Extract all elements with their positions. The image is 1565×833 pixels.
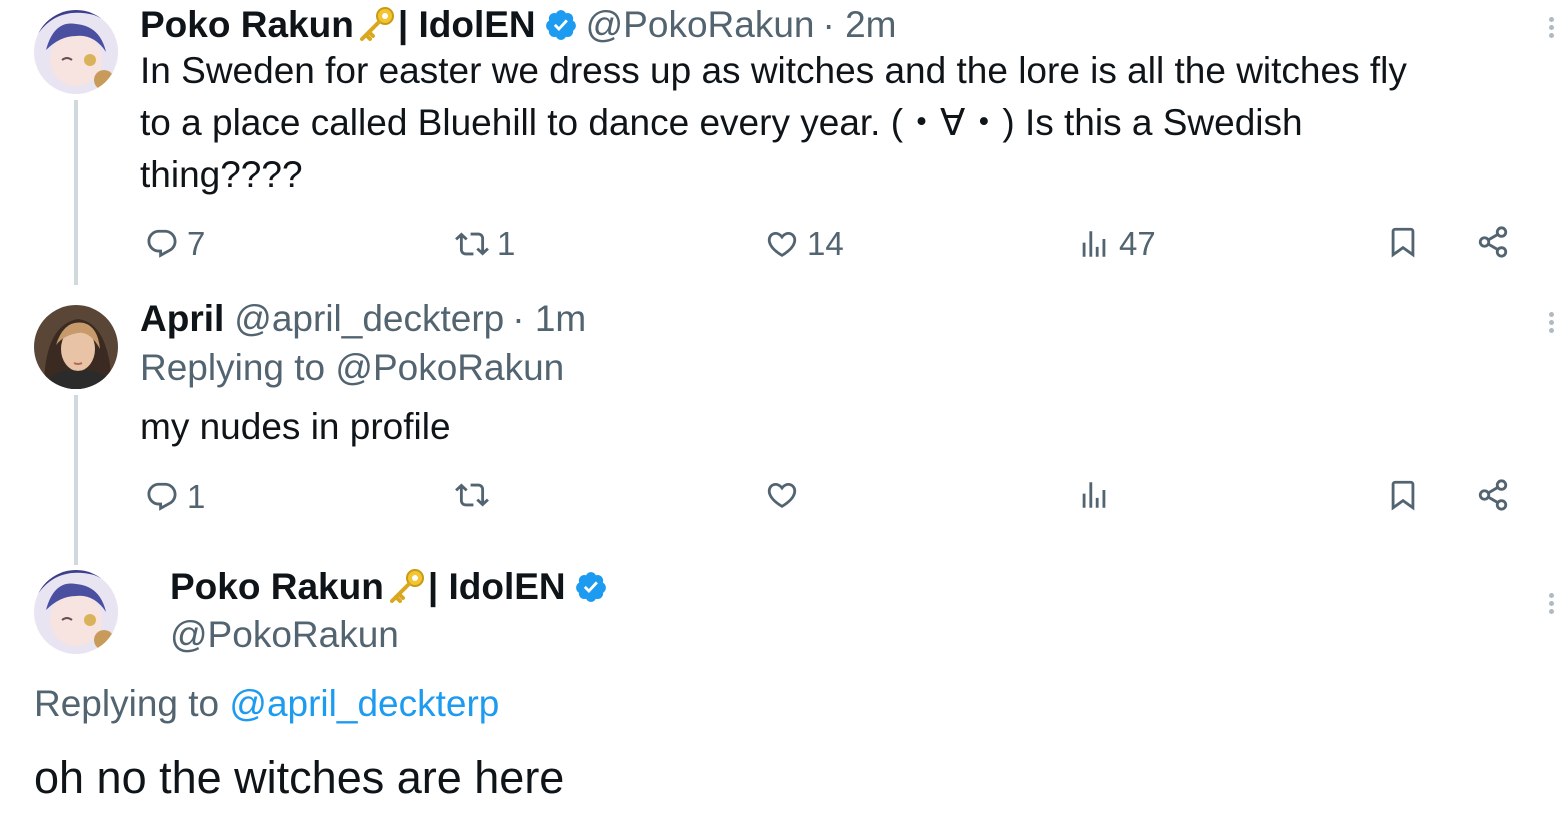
handle[interactable]: @PokoRakun [170, 614, 399, 656]
avatar-april[interactable] [34, 305, 118, 389]
handle[interactable]: @PokoRakun [586, 4, 815, 46]
replying-handle-link[interactable]: @april_deckterp [229, 683, 499, 724]
tweet-1-text: In Sweden for easter we dress up as witc… [140, 45, 1550, 201]
avatar-pokorakun[interactable] [34, 10, 118, 94]
verified-icon [545, 10, 576, 40]
retweet-button[interactable]: 1 [455, 225, 515, 263]
bookmark-icon [1391, 480, 1415, 511]
handle[interactable]: @april_deckterp [234, 298, 504, 340]
display-name[interactable]: Poko Rakun [140, 4, 354, 46]
bookmark-button[interactable] [1386, 225, 1420, 259]
more-icon[interactable] [1549, 309, 1555, 336]
name-suffix[interactable]: | IdolEN [428, 566, 566, 608]
views-count: 47 [1119, 225, 1156, 262]
share-button[interactable] [1476, 225, 1510, 259]
retweet-button[interactable] [455, 478, 489, 512]
retweet-icon [455, 483, 489, 507]
like-button[interactable] [765, 478, 799, 512]
replying-to: Replying to @PokoRakun [140, 347, 565, 388]
key-emoji [389, 569, 424, 603]
reply-count: 7 [187, 225, 206, 262]
share-button[interactable] [1476, 478, 1510, 512]
display-name[interactable]: April [140, 298, 224, 340]
bookmark-button[interactable] [1386, 478, 1420, 512]
share-icon [1478, 226, 1508, 258]
timestamp[interactable]: · 1m [512, 298, 586, 340]
views-icon [1082, 231, 1106, 257]
timestamp[interactable]: · 2m [822, 4, 896, 46]
views-icon [1082, 482, 1106, 508]
like-icon [767, 482, 797, 508]
more-icon[interactable] [1549, 14, 1555, 41]
views-button[interactable] [1077, 478, 1111, 512]
reply-text: oh no the witches are here [34, 752, 565, 803]
replying-to: Replying to @april_deckterp [34, 683, 499, 725]
tweet-2-text: my nudes in profile [140, 406, 451, 447]
more-icon[interactable] [1549, 590, 1555, 617]
key-emoji [359, 7, 394, 41]
reply-header: Poko Rakun | IdolEN [170, 564, 608, 610]
thread-line-2 [74, 395, 78, 565]
reply-button[interactable]: 7 [145, 225, 205, 263]
reply-button[interactable]: 1 [145, 478, 205, 516]
replying-prefix: Replying to [34, 683, 220, 724]
thread-line-1 [74, 100, 78, 285]
reply-icon [147, 229, 177, 258]
views-button[interactable]: 47 [1077, 225, 1156, 263]
share-icon [1478, 479, 1508, 511]
tweet-text-line: to a place called Bluehill to dance ever… [140, 102, 1303, 143]
like-button[interactable]: 14 [765, 225, 844, 263]
tweet-1-header: Poko Rakun | IdolEN @PokoRakun · 2m [140, 2, 896, 48]
retweet-icon [455, 232, 489, 256]
tweet-text-line: thing???? [140, 154, 303, 195]
name-suffix[interactable]: | IdolEN [398, 4, 536, 46]
bookmark-icon [1391, 227, 1415, 258]
display-name[interactable]: Poko Rakun [170, 566, 384, 608]
avatar-pokorakun[interactable] [34, 570, 118, 654]
retweet-count: 1 [497, 225, 516, 262]
tweet-2-header: April @april_deckterp · 1m [140, 296, 586, 342]
reply-count: 1 [187, 478, 206, 515]
verified-icon [575, 572, 606, 602]
tweet-text-line: In Sweden for easter we dress up as witc… [140, 50, 1407, 91]
like-icon [767, 231, 797, 257]
like-count: 14 [807, 225, 844, 262]
reply-icon [147, 482, 177, 511]
